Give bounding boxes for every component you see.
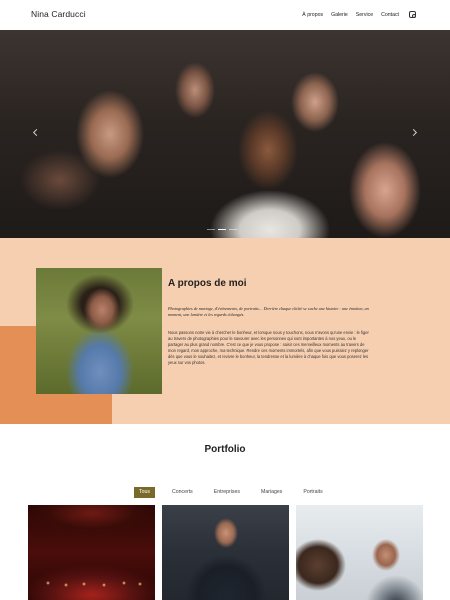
gallery-image-concert[interactable] bbox=[28, 505, 155, 600]
nav-link-service[interactable]: Service bbox=[356, 12, 373, 18]
carousel-indicator[interactable] bbox=[207, 229, 215, 230]
portfolio-gallery bbox=[28, 505, 423, 600]
filter-mariages[interactable]: Mariages bbox=[255, 486, 288, 498]
nav-link-contact[interactable]: Contact bbox=[381, 12, 399, 18]
gallery-image-portrait[interactable] bbox=[296, 505, 423, 600]
nav-link-a-propos[interactable]: À propos bbox=[302, 12, 323, 18]
gallery-image-business[interactable] bbox=[162, 505, 289, 600]
about-intro: Photographies de mariage, d'événements, … bbox=[168, 306, 369, 317]
filter-concerts[interactable]: Concerts bbox=[166, 486, 199, 498]
nav-link-galerie[interactable]: Galerie bbox=[331, 12, 348, 18]
about-title: A propos de moi bbox=[168, 278, 247, 289]
portfolio-filters: Tous Concerts Entreprises Mariages Portr… bbox=[134, 486, 329, 498]
portfolio-title: Portfolio bbox=[204, 444, 246, 455]
instagram-icon[interactable] bbox=[409, 11, 416, 18]
carousel-indicator[interactable] bbox=[229, 229, 237, 230]
main-nav: À propos Galerie Service Contact bbox=[302, 11, 416, 18]
about-portrait-photo bbox=[36, 268, 162, 394]
filter-entreprises[interactable]: Entreprises bbox=[208, 486, 246, 498]
hero-carousel bbox=[0, 30, 450, 238]
filter-portraits[interactable]: Portraits bbox=[297, 486, 328, 498]
about-section: A propos de moi Photographies de mariage… bbox=[0, 238, 450, 424]
site-brand[interactable]: Nina Carducci bbox=[31, 9, 86, 19]
carousel-next-arrow-icon[interactable] bbox=[409, 128, 418, 137]
carousel-indicators bbox=[207, 229, 237, 230]
site-header: Nina Carducci À propos Galerie Service C… bbox=[0, 0, 450, 30]
carousel-prev-arrow-icon[interactable] bbox=[32, 128, 41, 137]
filter-tous[interactable]: Tous bbox=[134, 486, 155, 498]
carousel-indicator-active[interactable] bbox=[218, 229, 226, 230]
about-body: Nous passons notre vie à chercher le bon… bbox=[168, 330, 369, 365]
